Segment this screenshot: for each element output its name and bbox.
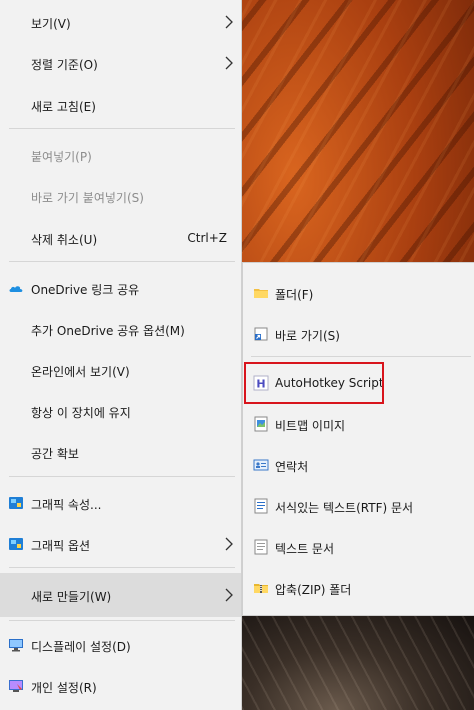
menu-item-free-space[interactable]: 공간 확보 — [0, 432, 241, 472]
text-document-icon — [254, 539, 268, 555]
contact-icon — [253, 459, 269, 471]
submenu-item-contact[interactable]: 연락처 — [243, 445, 474, 485]
menu-separator — [9, 476, 235, 477]
menu-item-undo-delete[interactable]: 삭제 취소(U) Ctrl+Z — [0, 218, 241, 258]
desktop-wallpaper-lower — [242, 616, 474, 710]
submenu-item-label: 압축(ZIP) 폴더 — [275, 583, 352, 597]
menu-item-graphics-properties[interactable]: 그래픽 속성... — [0, 483, 241, 523]
menu-item-onedrive-more-options[interactable]: 추가 OneDrive 공유 옵션(M) — [0, 309, 241, 349]
menu-item-always-keep[interactable]: 항상 이 장치에 유지 — [0, 391, 241, 431]
menu-separator — [9, 567, 235, 568]
menu-item-label: 붙여넣기(P) — [31, 150, 92, 164]
menu-separator — [9, 128, 235, 129]
menu-item-label: 그래픽 옵션 — [31, 539, 91, 553]
annotation-highlight-box — [244, 362, 384, 404]
submenu-item-label: 바로 가기(S) — [275, 329, 340, 343]
menu-item-label: 새로 고침(E) — [31, 100, 96, 114]
menu-item-paste-shortcut: 바로 가기 붙여넣기(S) — [0, 176, 241, 216]
graphics-icon — [9, 497, 23, 509]
personalize-icon — [9, 680, 23, 692]
menu-separator — [9, 261, 235, 262]
graphics-icon — [9, 538, 23, 550]
desktop-context-menu: 보기(V) 정렬 기준(O) 새로 고침(E) 붙여넣기(P) 바로 가기 붙여… — [0, 0, 242, 710]
submenu-item-zip-folder[interactable]: 압축(ZIP) 폴더 — [243, 568, 474, 608]
bitmap-icon — [254, 416, 268, 432]
menu-item-sort-by[interactable]: 정렬 기준(O) — [0, 43, 241, 83]
submenu-item-label: 서식있는 텍스트(RTF) 문서 — [275, 501, 414, 515]
menu-item-view-online[interactable]: 온라인에서 보기(V) — [0, 350, 241, 390]
submenu-separator — [251, 356, 471, 357]
chevron-right-icon — [225, 537, 233, 551]
menu-item-label: OneDrive 링크 공유 — [31, 283, 140, 297]
rtf-document-icon — [254, 498, 268, 514]
chevron-right-icon — [225, 56, 233, 70]
submenu-item-folder[interactable]: 폴더(F) — [243, 273, 474, 313]
submenu-item-label: 연락처 — [275, 460, 309, 474]
menu-item-paste: 붙여넣기(P) — [0, 135, 241, 175]
menu-item-label: 보기(V) — [31, 17, 71, 31]
menu-item-graphics-options[interactable]: 그래픽 옵션 — [0, 524, 241, 564]
submenu-item-label: 텍스트 문서 — [275, 542, 335, 556]
shortcut-icon — [254, 327, 268, 341]
new-submenu: 폴더(F) 바로 가기(S) H AutoHotkey Script 비트맵 이… — [242, 262, 474, 616]
menu-item-label: 그래픽 속성... — [31, 498, 102, 512]
menu-item-refresh[interactable]: 새로 고침(E) — [0, 85, 241, 125]
folder-icon — [254, 289, 268, 298]
submenu-item-shortcut[interactable]: 바로 가기(S) — [243, 314, 474, 354]
menu-item-label: 바로 가기 붙여넣기(S) — [31, 191, 144, 205]
menu-item-label: 항상 이 장치에 유지 — [31, 406, 131, 420]
submenu-item-label: 비트맵 이미지 — [275, 419, 346, 433]
zip-folder-icon — [254, 584, 268, 593]
chevron-right-icon — [225, 588, 233, 602]
chevron-right-icon — [225, 15, 233, 29]
shortcut-text: Ctrl+Z — [187, 231, 227, 245]
menu-item-label: 개인 설정(R) — [31, 681, 97, 695]
menu-item-new[interactable]: 새로 만들기(W) — [0, 573, 241, 617]
menu-separator — [9, 620, 235, 621]
onedrive-cloud-icon — [9, 286, 23, 292]
menu-item-label: 삭제 취소(U) — [31, 233, 98, 247]
menu-item-view[interactable]: 보기(V) — [0, 2, 241, 42]
menu-item-personalize[interactable]: 개인 설정(R) — [0, 666, 241, 706]
menu-item-label: 추가 OneDrive 공유 옵션(M) — [31, 324, 185, 338]
menu-item-label: 새로 만들기(W) — [31, 590, 112, 604]
menu-item-label: 온라인에서 보기(V) — [31, 365, 130, 379]
menu-item-label: 공간 확보 — [31, 447, 79, 461]
submenu-item-rtf-document[interactable]: 서식있는 텍스트(RTF) 문서 — [243, 486, 474, 526]
menu-item-label: 정렬 기준(O) — [31, 58, 98, 72]
menu-item-label: 디스플레이 설정(D) — [31, 640, 131, 654]
menu-item-onedrive-share-link[interactable]: OneDrive 링크 공유 — [0, 268, 241, 308]
menu-item-display-settings[interactable]: 디스플레이 설정(D) — [0, 625, 241, 665]
submenu-item-text-document[interactable]: 텍스트 문서 — [243, 527, 474, 567]
submenu-item-label: 폴더(F) — [275, 288, 314, 302]
submenu-item-bitmap-image[interactable]: 비트맵 이미지 — [243, 404, 474, 444]
display-icon — [9, 639, 23, 652]
